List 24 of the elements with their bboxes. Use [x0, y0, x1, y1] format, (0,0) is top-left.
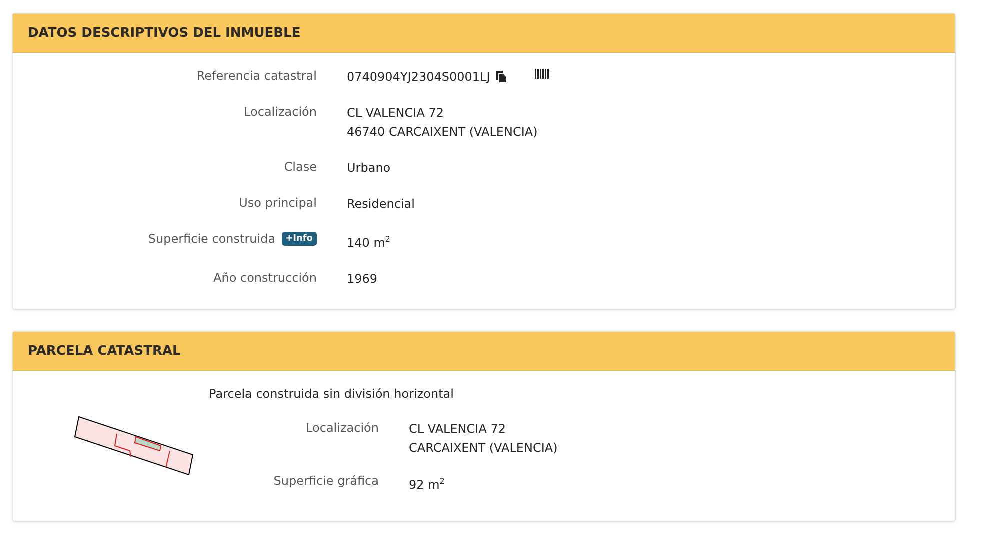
field-label: Superficie gráfica: [274, 474, 379, 488]
field-value: 46740 CARCAIXENT (VALENCIA): [347, 124, 538, 140]
field-value: 140 m$^{2}$: [347, 234, 391, 251]
section-title: DATOS DESCRIPTIVOS DEL INMUEBLE: [13, 14, 955, 53]
field-label: Uso principal: [239, 196, 317, 210]
barcode-icon[interactable]: [535, 69, 550, 79]
field-label: Localización: [306, 421, 379, 435]
field-value: 0740904YJ2304S0001LJ: [347, 69, 490, 85]
field-value: CARCAIXENT (VALENCIA): [409, 440, 558, 456]
field-value: CL VALENCIA 72: [409, 421, 506, 437]
field-label: Año construcción: [214, 271, 317, 285]
field-label: Referencia catastral: [196, 69, 317, 83]
field-label: Clase: [284, 160, 317, 174]
field-value: 1969: [347, 271, 378, 287]
copy-icon[interactable]: [496, 71, 508, 83]
parcel-note: Parcela construida sin división horizontal: [209, 387, 455, 401]
field-label: Superficie construida: [148, 232, 276, 246]
info-button[interactable]: +Info: [282, 232, 317, 246]
field-label: Localización: [244, 105, 317, 119]
field-value: CL VALENCIA 72: [347, 105, 444, 121]
field-value: Urbano: [347, 160, 391, 176]
field-value: Residencial: [347, 196, 415, 212]
field-value: 92 m$^{2}$: [409, 476, 445, 493]
section-title: PARCELA CATASTRAL: [13, 332, 955, 371]
